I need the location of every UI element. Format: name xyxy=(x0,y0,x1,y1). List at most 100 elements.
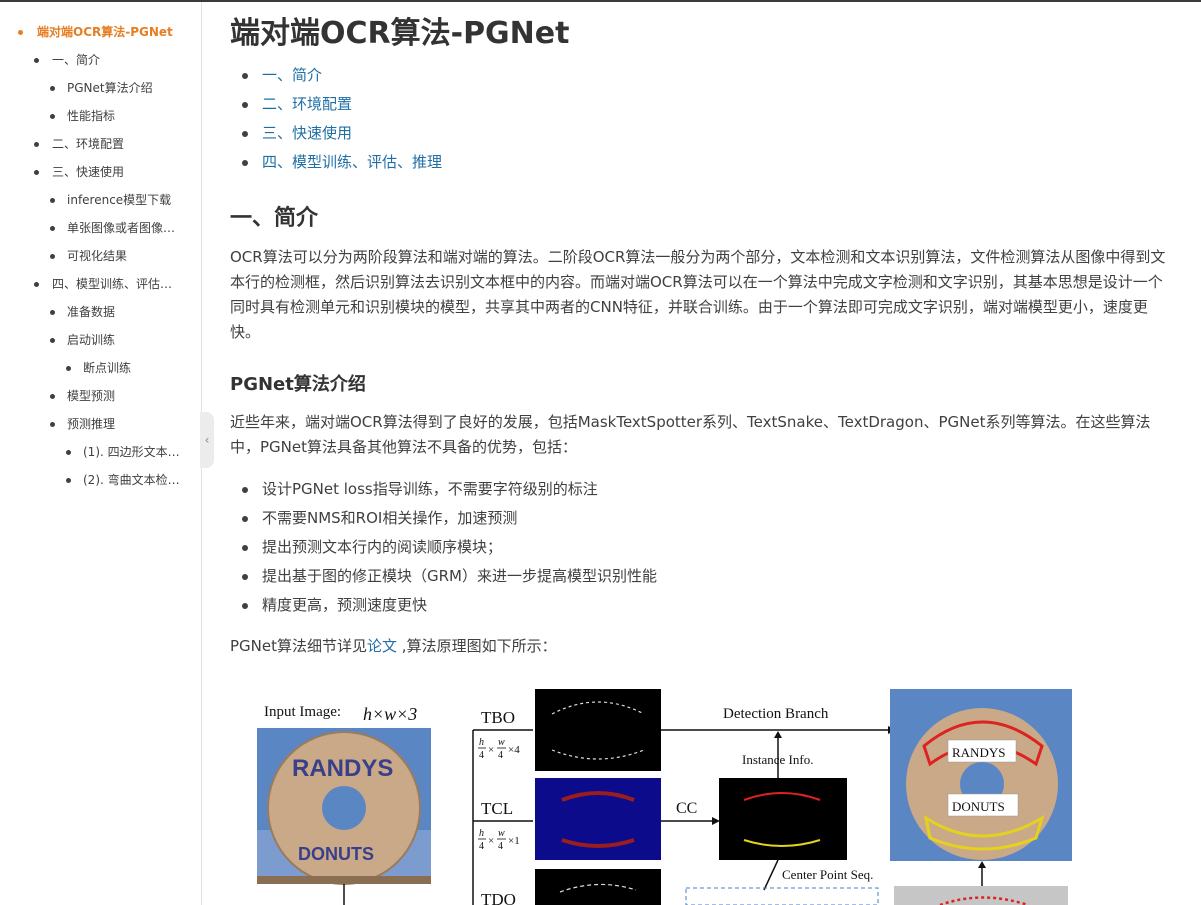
list-item: 设计PGNet loss指导训练，不需要字符级别的标注 xyxy=(242,478,598,499)
donuts-output-label: DONUTS xyxy=(952,799,1005,814)
bullet-icon xyxy=(242,603,248,609)
tbo-cross: × xyxy=(488,744,494,756)
bullet-icon xyxy=(50,254,55,259)
sidebar-item-pgnet[interactable]: PGNet算法介绍 xyxy=(50,80,153,96)
tcl-frac-w: w xyxy=(498,828,505,839)
bullet-icon xyxy=(242,545,248,551)
donut-randys-text: RANDYS xyxy=(292,755,393,782)
tbo-frac-w: w xyxy=(498,737,505,748)
section-intro-heading: 一、简介 xyxy=(230,206,319,231)
bullet-icon xyxy=(50,394,55,399)
bullet-icon xyxy=(18,30,23,35)
input-donut-image: RANDYS DONUTS xyxy=(257,728,431,885)
toc-link-intro[interactable]: 一、简介 xyxy=(242,64,322,85)
bullet-icon xyxy=(50,338,55,343)
toc-link-training[interactable]: 四、模型训练、评估、推理 xyxy=(242,151,442,172)
bullet-icon xyxy=(242,102,248,108)
detection-branch-label: Detection Branch xyxy=(723,706,829,722)
tbo-frac-4b: 4 xyxy=(498,750,503,761)
sidebar-item-intro[interactable]: 一、简介 xyxy=(34,52,100,68)
input-dims-label: h×w×3 xyxy=(363,704,417,724)
cc-output-map xyxy=(719,778,847,860)
toc-link-quickstart[interactable]: 三、快速使用 xyxy=(242,122,352,143)
sidebar-item-predict[interactable]: 单张图像或者图像集合预测 xyxy=(50,220,183,236)
center-point-seq-label: Center Point Seq. xyxy=(782,867,873,882)
sidebar-item-start-train[interactable]: 启动训练 xyxy=(50,332,115,348)
tdo-map xyxy=(535,869,661,905)
sidebar-item-title[interactable]: 端对端OCR算法-PGNet xyxy=(18,24,173,40)
sidebar-collapse-button[interactable]: ‹ xyxy=(200,412,214,468)
bullet-icon xyxy=(242,487,248,493)
sidebar-item-training[interactable]: 四、模型训练、评估、推理 xyxy=(34,276,181,292)
tcl-frac-4b: 4 xyxy=(498,841,503,852)
list-item: 精度更高，预测速度更快 xyxy=(242,594,427,615)
arrow-head-icon xyxy=(712,817,720,825)
tcl-label: TCL xyxy=(481,799,513,818)
bullet-icon xyxy=(66,450,71,455)
bullet-icon xyxy=(34,170,39,175)
sidebar-item-quickstart[interactable]: 三、快速使用 xyxy=(34,164,124,180)
bullet-icon xyxy=(34,58,39,63)
bullet-icon xyxy=(34,142,39,147)
sidebar-item-quad[interactable]: (1). 四边形文本检测模型（ICDAR2015） xyxy=(66,444,180,460)
bullet-icon xyxy=(242,131,248,137)
bullet-icon xyxy=(242,516,248,522)
list-item: 提出预测文本行内的阅读顺序模块； xyxy=(242,536,502,557)
sidebar-item-data[interactable]: 准备数据 xyxy=(50,304,115,320)
bullet-icon xyxy=(66,478,71,483)
randys-output-label: RANDYS xyxy=(952,745,1005,760)
bullet-icon xyxy=(50,310,55,315)
arrow-head-icon xyxy=(978,861,986,868)
architecture-diagram: Input Image: h×w×3 RANDYS DONUTS TBO h 4 xyxy=(257,689,1072,905)
grm-output-region xyxy=(894,886,1068,905)
tdo-label: TDO xyxy=(481,890,516,905)
tbo-frac-4: 4 xyxy=(479,750,484,761)
bullet-icon xyxy=(242,160,248,166)
bullet-icon xyxy=(242,73,248,79)
tcl-frac-h: h xyxy=(479,828,484,839)
output-donut-image: RANDYS DONUTS xyxy=(890,689,1072,861)
grm-box xyxy=(685,887,879,905)
bullet-icon xyxy=(50,198,55,203)
sidebar-item-infer[interactable]: 预测推理 xyxy=(50,416,115,432)
tcl-dims: ×1 xyxy=(508,835,520,847)
bullet-icon xyxy=(66,366,71,371)
sidebar-item-performance[interactable]: 性能指标 xyxy=(50,108,115,124)
list-item: 不需要NMS和ROI相关操作，加速预测 xyxy=(242,507,517,528)
bullet-icon xyxy=(50,422,55,427)
tcl-map xyxy=(535,778,661,860)
architecture-figure: Input Image: h×w×3 RANDYS DONUTS TBO h 4 xyxy=(230,680,1090,905)
sidebar-item-model-predict[interactable]: 模型预测 xyxy=(50,388,115,404)
tbo-dims: ×4 xyxy=(508,744,520,756)
cc-label: CC xyxy=(676,800,697,817)
bullet-icon xyxy=(50,114,55,119)
bullet-icon xyxy=(242,574,248,580)
sidebar-item-resume[interactable]: 断点训练 xyxy=(66,360,131,376)
detail-paragraph: PGNet算法细节详见论文 ,算法原理图如下所示： xyxy=(230,637,557,655)
tbo-label: TBO xyxy=(481,708,515,727)
donut-donuts-text: DONUTS xyxy=(298,844,374,864)
tcl-frac-4: 4 xyxy=(479,841,484,852)
instance-info-label: Instance Info. xyxy=(742,752,813,767)
chevron-left-icon: ‹ xyxy=(204,433,210,447)
sidebar-item-inference[interactable]: inference模型下载 xyxy=(50,192,171,208)
sidebar-item-env[interactable]: 二、环境配置 xyxy=(34,136,124,152)
arrow-head-icon xyxy=(774,731,782,738)
pgnet-heading: PGNet算法介绍 xyxy=(230,374,366,395)
input-image-label: Input Image: xyxy=(264,704,341,720)
page-title: 端对端OCR算法-PGNet xyxy=(230,16,570,51)
pgnet-paragraph: 近些年来，端对端OCR算法得到了良好的发展，包括MaskTextSpotter系… xyxy=(230,413,1151,456)
tbo-map xyxy=(535,689,661,771)
tbo-frac-h: h xyxy=(479,737,484,748)
list-item: 提出基于图的修正模块（GRM）来进一步提高模型识别性能 xyxy=(242,565,657,586)
bullet-icon xyxy=(50,86,55,91)
tcl-cross: × xyxy=(488,835,494,847)
sidebar-toc: 端对端OCR算法-PGNet 一、简介 PGNet算法介绍 性能指标 二、环境配… xyxy=(0,2,202,905)
toc-link-env[interactable]: 二、环境配置 xyxy=(242,93,352,114)
sidebar-item-visual[interactable]: 可视化结果 xyxy=(50,248,127,264)
bullet-icon xyxy=(50,226,55,231)
center-seq-arrow xyxy=(763,859,779,891)
bullet-icon xyxy=(34,282,39,287)
sidebar-item-curved[interactable]: (2). 弯曲文本检测模型（Total-Text） xyxy=(66,472,180,488)
paper-link[interactable]: 论文 xyxy=(367,637,397,655)
